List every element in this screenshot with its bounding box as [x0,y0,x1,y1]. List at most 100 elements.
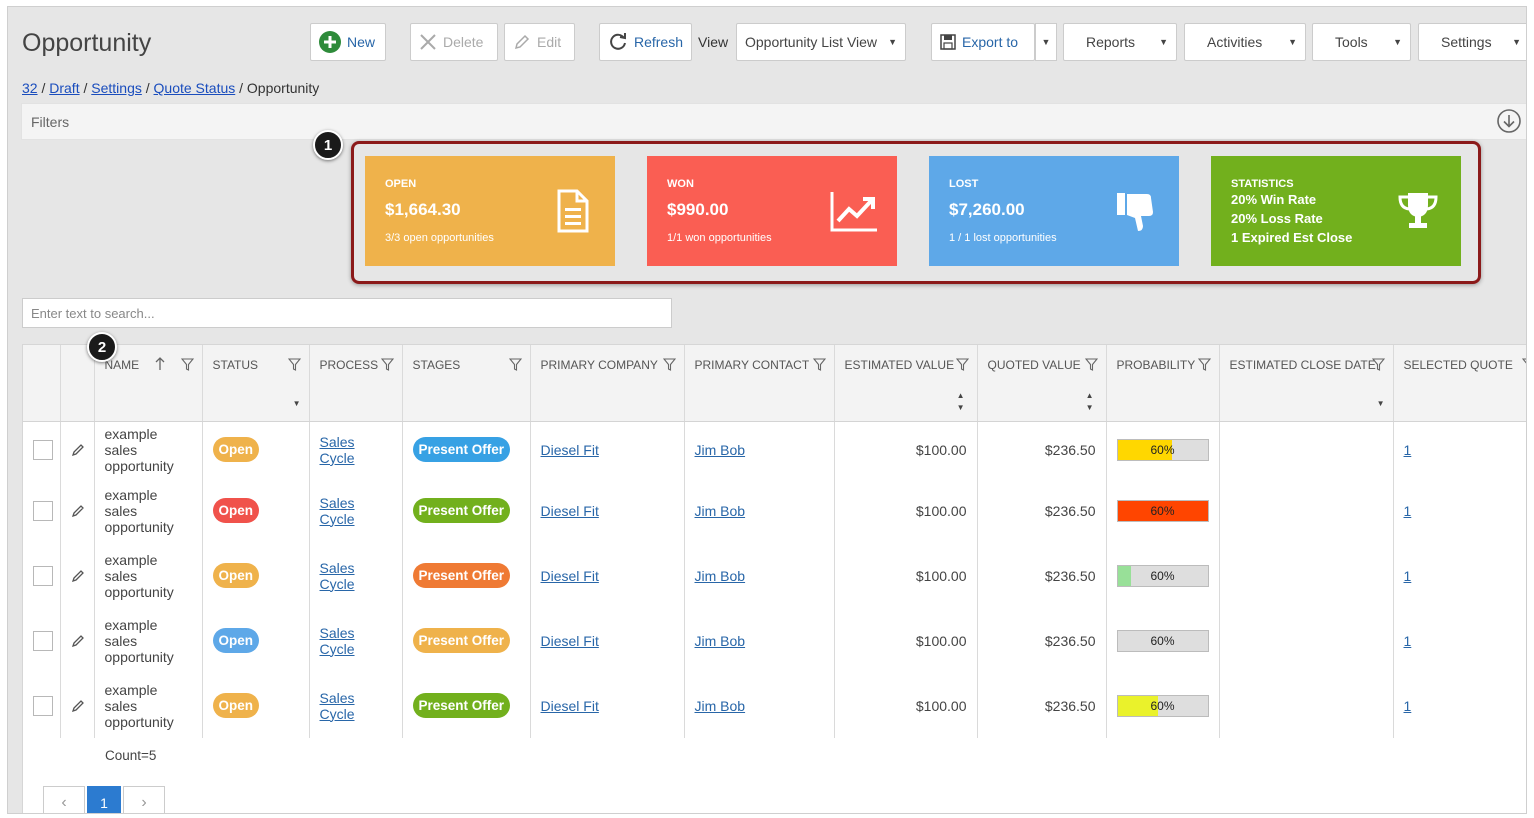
row-checkbox[interactable] [33,630,53,651]
column-header-selected-quote[interactable]: SELECTED QUOTE [1393,345,1528,385]
pencil-icon[interactable] [71,443,85,457]
filter-cell-estimated-value[interactable]: ▲ ▼ [834,385,978,422]
column-header-primary-contact[interactable]: PRIMARY CONTACT [684,345,835,385]
filter-icon[interactable] [1521,358,1528,371]
filter-cell-name[interactable] [94,385,203,422]
tools-menu[interactable]: Tools ▼ [1312,23,1411,61]
page-button-1[interactable]: 1 [87,786,121,813]
selected-quote-link[interactable]: 1 [1404,568,1412,584]
company-link[interactable]: Diesel Fit [541,442,599,458]
row-checkbox[interactable] [33,565,53,586]
cell-stage: Present Offer [402,543,531,608]
filter-cell-stages[interactable] [402,385,531,422]
column-header-estimated-value[interactable]: ESTIMATED VALUE [834,345,978,385]
column-header-estimated-close-date[interactable]: ESTIMATED CLOSE DATE [1219,345,1394,385]
filter-cell-probability[interactable] [1106,385,1220,422]
pencil-icon[interactable] [71,634,85,648]
row-checkbox[interactable] [33,695,53,716]
filter-cell-status[interactable]: ▼ [202,385,310,422]
process-link[interactable]: Sales Cycle [320,434,355,466]
sort-up-icon[interactable] [155,357,165,371]
reports-menu[interactable]: Reports ▼ [1063,23,1177,61]
chevron-down-icon[interactable]: ▼ [293,399,301,408]
company-link[interactable]: Diesel Fit [541,568,599,584]
next-page-button[interactable]: › [123,786,165,813]
table-row[interactable]: example sales opportunity Open Sales Cyc… [23,478,1526,543]
contact-link[interactable]: Jim Bob [695,442,746,458]
spinner-arrows-icon[interactable]: ▲ ▼ [1086,390,1094,414]
new-button[interactable]: New [310,23,386,61]
company-link[interactable]: Diesel Fit [541,633,599,649]
pencil-icon[interactable] [71,569,85,583]
filter-cell-process[interactable] [309,385,403,422]
company-link[interactable]: Diesel Fit [541,503,599,519]
breadcrumb-link-draft[interactable]: Draft [49,80,79,96]
selected-quote-link[interactable]: 1 [1404,442,1412,458]
row-checkbox[interactable] [33,500,53,521]
table-row[interactable]: example sales opportunity Open Sales Cyc… [23,608,1526,673]
contact-link[interactable]: Jim Bob [695,568,746,584]
column-header-primary-company[interactable]: PRIMARY COMPANY [530,345,685,385]
column-header-status[interactable]: STATUS [202,345,310,385]
breadcrumb-link-32[interactable]: 32 [22,80,38,96]
activities-menu[interactable]: Activities ▼ [1184,23,1306,61]
filters-panel[interactable]: Filters [21,103,1526,140]
kpi-open[interactable]: OPEN $1,664.30 3/3 open opportunities [365,156,615,266]
process-link[interactable]: Sales Cycle [320,560,355,592]
filter-icon[interactable] [1371,358,1385,371]
filter-icon[interactable] [508,358,522,371]
export-dropdown-toggle[interactable]: ▼ [1035,23,1057,61]
pencil-icon[interactable] [71,504,85,518]
kpi-won[interactable]: WON $990.00 1/1 won opportunities [647,156,897,266]
column-header-stages[interactable]: STAGES [402,345,531,385]
selected-quote-link[interactable]: 1 [1404,503,1412,519]
filter-cell-contact[interactable] [684,385,835,422]
spinner-arrows-icon[interactable]: ▲ ▼ [957,390,965,414]
contact-link[interactable]: Jim Bob [695,698,746,714]
breadcrumb-link-quote-status[interactable]: Quote Status [154,80,236,96]
breadcrumb-link-settings[interactable]: Settings [91,80,142,96]
pencil-icon[interactable] [71,699,85,713]
selected-quote-link[interactable]: 1 [1404,633,1412,649]
filter-icon[interactable] [1197,358,1211,371]
filter-cell-selected-quote[interactable] [1393,385,1526,422]
view-select[interactable]: Opportunity List View ▼ [736,23,906,61]
table-row[interactable]: example sales opportunity Open Sales Cyc… [23,673,1526,738]
filter-icon[interactable] [955,358,969,371]
column-header-quoted-value[interactable]: QUOTED VALUE [977,345,1107,385]
filter-cell-company[interactable] [530,385,685,422]
filter-cell-quoted-value[interactable]: ▲ ▼ [977,385,1107,422]
refresh-button[interactable]: Refresh [599,23,692,61]
contact-link[interactable]: Jim Bob [695,503,746,519]
filter-icon[interactable] [662,358,676,371]
filter-icon[interactable] [287,358,301,371]
expand-down-circle-icon[interactable] [1496,108,1522,134]
edit-button[interactable]: Edit [504,23,575,61]
filter-icon[interactable] [180,358,194,371]
filter-icon[interactable] [812,358,826,371]
prev-page-button[interactable]: ‹ [43,786,85,813]
grid-body: example sales opportunity Open Sales Cyc… [23,421,1526,738]
table-row[interactable]: example sales opportunity Open Sales Cyc… [23,421,1526,478]
export-button[interactable]: Export to [931,23,1035,61]
kpi-statistics[interactable]: STATISTICS 20% Win Rate 20% Loss Rate 1 … [1211,156,1461,266]
settings-menu[interactable]: Settings ▼ [1418,23,1526,61]
filter-cell-close-date[interactable]: ▼ [1219,385,1394,422]
filter-icon[interactable] [380,358,394,371]
search-input[interactable] [22,298,672,328]
row-checkbox[interactable] [33,439,53,460]
company-link[interactable]: Diesel Fit [541,698,599,714]
process-link[interactable]: Sales Cycle [320,625,355,657]
column-header-process[interactable]: PROCESS [309,345,403,385]
column-header-probability[interactable]: PROBABILITY [1106,345,1220,385]
view-label: View [698,34,729,50]
selected-quote-link[interactable]: 1 [1404,698,1412,714]
kpi-lost[interactable]: LOST $7,260.00 1 / 1 lost opportunities [929,156,1179,266]
chevron-down-icon[interactable]: ▼ [1377,399,1385,408]
table-row[interactable]: example sales opportunity Open Sales Cyc… [23,543,1526,608]
process-link[interactable]: Sales Cycle [320,690,355,722]
delete-button[interactable]: Delete [410,23,498,61]
process-link[interactable]: Sales Cycle [320,495,355,527]
filter-icon[interactable] [1084,358,1098,371]
contact-link[interactable]: Jim Bob [695,633,746,649]
